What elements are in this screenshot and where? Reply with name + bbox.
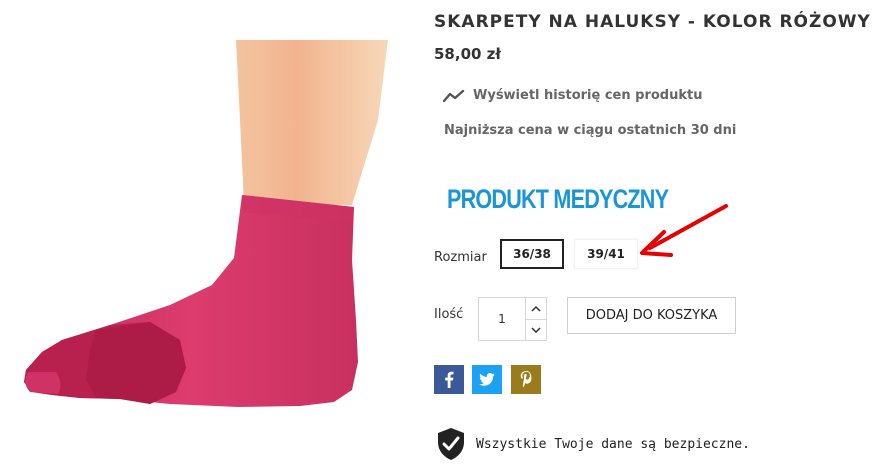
twitter-icon [479,373,495,386]
chevron-up-icon [531,305,541,312]
quantity-stepper [525,297,547,341]
security-text: Wszystkie Twoje dane są bezpieczne. [476,436,750,452]
pinterest-icon [520,371,532,388]
facebook-icon [445,371,454,388]
quantity-input[interactable] [478,297,526,341]
add-to-cart-button[interactable]: DODAJ DO KOSZYKA [567,297,736,334]
product-price: 58,00 zł [434,45,501,63]
size-label: Rozmiar [434,250,487,265]
product-title: SKARPETY NA HALUKSY - KOLOR RÓŻOWY [434,12,871,32]
trend-chart-icon [443,89,465,103]
quantity-decrease-button[interactable] [526,319,546,340]
twitter-share-button[interactable] [472,365,502,394]
red-arrow-icon [628,198,733,266]
size-option-39-41[interactable]: 39/41 [574,239,638,269]
quantity-increase-button[interactable] [526,298,546,319]
price-history-label: Wyświetl historię cen produktu [473,88,703,103]
quantity-label: Ilość [434,307,464,322]
size-option-36-38[interactable]: 36/38 [500,239,564,269]
chevron-down-icon [531,326,541,333]
lowest-price-label: Najniższa cena w ciągu ostatnich 30 dni [444,123,737,138]
security-note: Wszystkie Twoje dane są bezpieczne. [436,427,750,461]
price-history-link[interactable]: Wyświetl historię cen produktu [443,88,702,103]
product-image[interactable] [0,0,420,474]
sock-illustration [24,40,388,407]
pinterest-share-button[interactable] [511,365,541,394]
shield-check-icon [438,428,464,460]
facebook-share-button[interactable] [434,365,464,394]
